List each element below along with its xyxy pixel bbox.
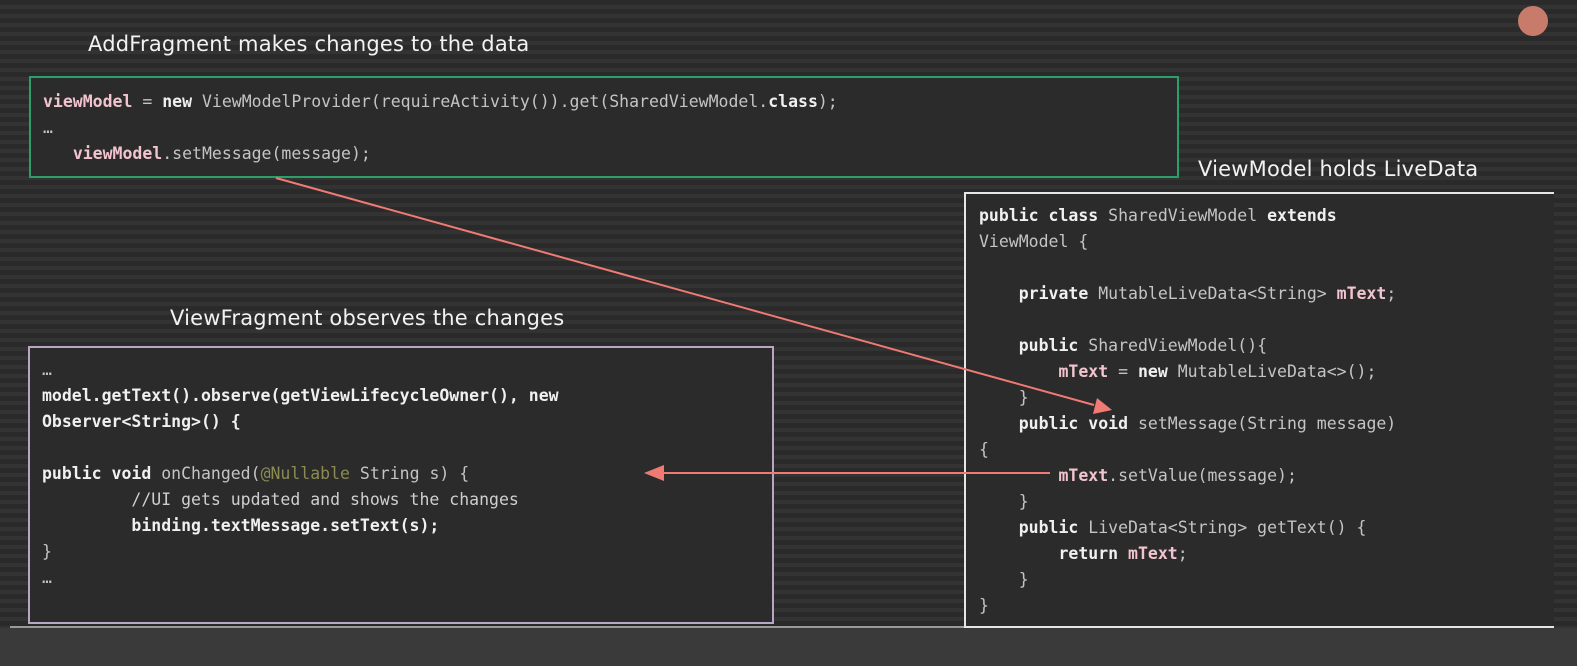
arrow-set-message xyxy=(275,177,1095,406)
arrowhead-icon xyxy=(644,465,664,481)
arrows-layer xyxy=(275,177,1112,481)
arrowhead-icon xyxy=(1093,398,1112,414)
